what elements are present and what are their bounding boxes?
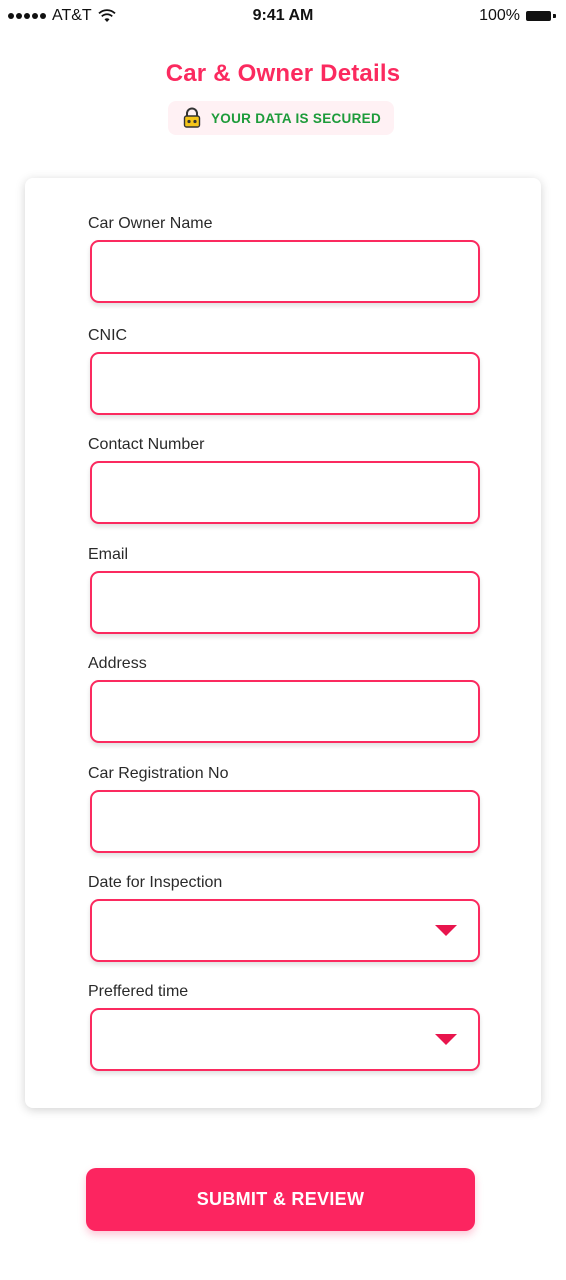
field-label: CNIC [88, 327, 128, 344]
car-owner-name-input[interactable] [90, 240, 480, 303]
secure-badge: YOUR DATA IS SECURED [168, 101, 394, 135]
preferred-time-select[interactable] [90, 1008, 480, 1071]
field-address: Address [88, 654, 480, 743]
dropdown-arrow-icon[interactable] [435, 925, 457, 936]
field-email: Email [88, 545, 480, 634]
contact-number-input[interactable] [90, 461, 480, 524]
page-title: Car & Owner Details [165, 60, 401, 87]
cnic-input[interactable] [90, 352, 480, 415]
field-car-owner-name: Car Owner Name [88, 214, 480, 303]
field-preferred-time: Preffered time [88, 982, 480, 1071]
field-cnic: CNIC [88, 326, 480, 415]
field-label: Email [88, 546, 129, 563]
field-label: Address [88, 655, 147, 672]
lock-icon [183, 107, 201, 128]
submit-review-button[interactable]: SUBMIT & REVIEW [86, 1168, 475, 1231]
field-label: Car Registration No [88, 765, 229, 782]
battery-percent: 100% [479, 7, 520, 24]
field-date-for-inspection: Date for Inspection [88, 873, 480, 962]
status-right: 100% [479, 7, 556, 25]
battery-icon [526, 9, 556, 23]
field-label: Preffered time [88, 983, 189, 1000]
form-card: Car Owner Name CNIC Contact Number Email… [25, 178, 541, 1108]
field-label: Contact Number [88, 436, 205, 453]
email-input[interactable] [90, 571, 480, 634]
field-label: Date for Inspection [88, 874, 223, 891]
field-car-registration-no: Car Registration No [88, 764, 480, 853]
car-registration-input[interactable] [90, 790, 480, 853]
status-bar: AT&T 9:41 AM 100% [0, 0, 566, 34]
date-for-inspection-select[interactable] [90, 899, 480, 962]
field-contact-number: Contact Number [88, 435, 480, 524]
address-input[interactable] [90, 680, 480, 743]
field-label: Car Owner Name [88, 215, 213, 232]
dropdown-arrow-icon[interactable] [435, 1034, 457, 1045]
secure-text: YOUR DATA IS SECURED [210, 110, 381, 126]
